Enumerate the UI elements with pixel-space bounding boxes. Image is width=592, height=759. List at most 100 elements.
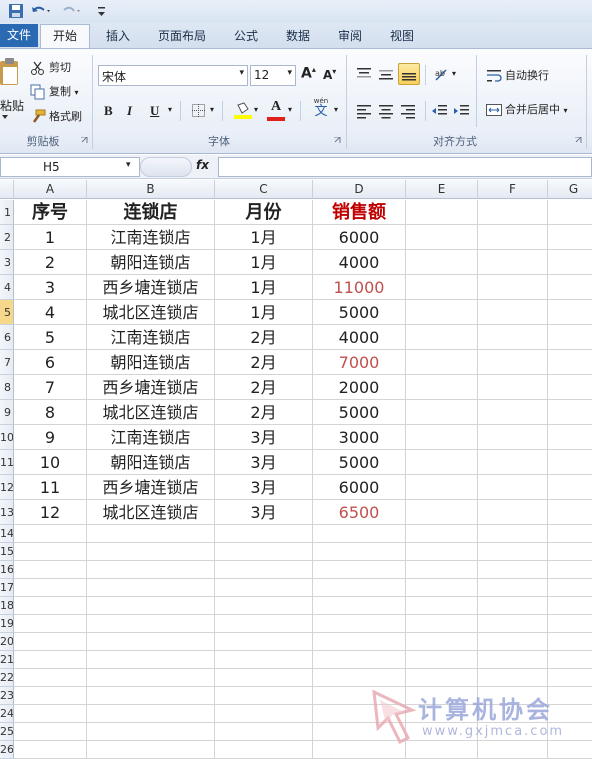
cell-d9[interactable]: 5000: [313, 400, 406, 425]
cell-b24[interactable]: [87, 705, 215, 723]
cell-c5[interactable]: 1月: [215, 300, 313, 325]
cell-c19[interactable]: [215, 615, 313, 633]
format-painter-button[interactable]: 格式刷: [30, 108, 82, 125]
column-header-b[interactable]: B: [87, 180, 215, 199]
cell-f12[interactable]: [478, 475, 548, 500]
align-right-icon[interactable]: [400, 103, 416, 119]
cell-c17[interactable]: [215, 579, 313, 597]
row-header[interactable]: 13: [0, 500, 14, 525]
row-header[interactable]: 18: [0, 597, 14, 615]
cell-c9[interactable]: 2月: [215, 400, 313, 425]
cell-f21[interactable]: [478, 651, 548, 669]
cell-d14[interactable]: [313, 525, 406, 543]
cell-f14[interactable]: [478, 525, 548, 543]
tab-view[interactable]: 视图: [384, 26, 420, 48]
cell-c7[interactable]: 2月: [215, 350, 313, 375]
increase-indent-icon[interactable]: [454, 103, 470, 119]
cell-a17[interactable]: [14, 579, 87, 597]
chevron-down-icon[interactable]: ▾: [334, 105, 338, 114]
cell-g17[interactable]: [548, 579, 592, 597]
align-middle-icon[interactable]: [378, 66, 394, 82]
grow-font-icon[interactable]: A▴: [301, 65, 316, 82]
cell-b9[interactable]: 城北区连锁店: [87, 400, 215, 425]
row-header[interactable]: 9: [0, 400, 14, 425]
customize-qat-icon[interactable]: [97, 4, 107, 18]
cell-f4[interactable]: [478, 275, 548, 300]
formula-bar-divider[interactable]: [140, 157, 192, 177]
name-box[interactable]: H5: [0, 157, 140, 177]
cell-g6[interactable]: [548, 325, 592, 350]
cell-e12[interactable]: [406, 475, 478, 500]
cell-g11[interactable]: [548, 450, 592, 475]
cell-a14[interactable]: [14, 525, 87, 543]
cell-c12[interactable]: 3月: [215, 475, 313, 500]
cell-c26[interactable]: [215, 741, 313, 759]
cell-a12[interactable]: 11: [14, 475, 87, 500]
cell-e3[interactable]: [406, 250, 478, 275]
row-header[interactable]: 14: [0, 525, 14, 543]
cell-d22[interactable]: [313, 669, 406, 687]
cell-d5[interactable]: 5000: [313, 300, 406, 325]
underline-button[interactable]: U: [150, 103, 159, 119]
cell-g9[interactable]: [548, 400, 592, 425]
cell-d7[interactable]: 7000: [313, 350, 406, 375]
cell-a22[interactable]: [14, 669, 87, 687]
cell-g15[interactable]: [548, 543, 592, 561]
row-header[interactable]: 1: [0, 200, 14, 225]
cell-d15[interactable]: [313, 543, 406, 561]
cell-g5[interactable]: [548, 300, 592, 325]
save-icon[interactable]: [8, 3, 24, 19]
row-header[interactable]: 10: [0, 425, 14, 450]
cell-c15[interactable]: [215, 543, 313, 561]
cell-a2[interactable]: 1: [14, 225, 87, 250]
chevron-down-icon[interactable]: ▾: [126, 160, 131, 170]
cell-f9[interactable]: [478, 400, 548, 425]
row-header[interactable]: 6: [0, 325, 14, 350]
cell-f7[interactable]: [478, 350, 548, 375]
cell-c3[interactable]: 1月: [215, 250, 313, 275]
cell-b14[interactable]: [87, 525, 215, 543]
cell-b25[interactable]: [87, 723, 215, 741]
cell-b22[interactable]: [87, 669, 215, 687]
cell-g4[interactable]: [548, 275, 592, 300]
row-header[interactable]: 20: [0, 633, 14, 651]
shrink-font-icon[interactable]: A▾: [323, 67, 336, 82]
cell-f18[interactable]: [478, 597, 548, 615]
select-all-corner[interactable]: [0, 180, 14, 199]
cell-e13[interactable]: [406, 500, 478, 525]
tab-insert[interactable]: 插入: [100, 26, 136, 48]
cell-d18[interactable]: [313, 597, 406, 615]
row-header[interactable]: 8: [0, 375, 14, 400]
tab-data[interactable]: 数据: [280, 26, 316, 48]
cell-d21[interactable]: [313, 651, 406, 669]
cell-a10[interactable]: 9: [14, 425, 87, 450]
cell-f2[interactable]: [478, 225, 548, 250]
cell-f19[interactable]: [478, 615, 548, 633]
cell-d11[interactable]: 5000: [313, 450, 406, 475]
cell-e18[interactable]: [406, 597, 478, 615]
cell-d19[interactable]: [313, 615, 406, 633]
cell-b12[interactable]: 西乡塘连锁店: [87, 475, 215, 500]
cell-e14[interactable]: [406, 525, 478, 543]
cell-a5[interactable]: 4: [14, 300, 87, 325]
cell-g12[interactable]: [548, 475, 592, 500]
cell-f1[interactable]: [478, 200, 548, 225]
cell-c20[interactable]: [215, 633, 313, 651]
cell-e2[interactable]: [406, 225, 478, 250]
cell-e19[interactable]: [406, 615, 478, 633]
row-header[interactable]: 21: [0, 651, 14, 669]
cell-c23[interactable]: [215, 687, 313, 705]
cell-f20[interactable]: [478, 633, 548, 651]
cell-f11[interactable]: [478, 450, 548, 475]
font-launcher-icon[interactable]: [334, 137, 341, 144]
cell-d3[interactable]: 4000: [313, 250, 406, 275]
cell-c16[interactable]: [215, 561, 313, 579]
cell-g7[interactable]: [548, 350, 592, 375]
cell-c6[interactable]: 2月: [215, 325, 313, 350]
italic-button[interactable]: I: [127, 103, 132, 119]
align-bottom-button[interactable]: [398, 63, 420, 85]
cell-b19[interactable]: [87, 615, 215, 633]
cell-b26[interactable]: [87, 741, 215, 759]
cell-e15[interactable]: [406, 543, 478, 561]
cell-d1[interactable]: 销售额: [313, 200, 406, 225]
